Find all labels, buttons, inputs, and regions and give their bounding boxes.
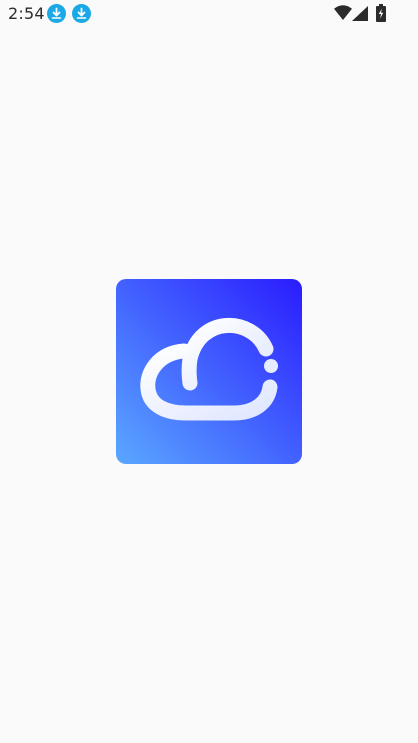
cloud-logo-icon: [116, 279, 302, 464]
splash-screen: 2:54: [0, 0, 418, 743]
status-bar: 2:54: [0, 0, 418, 28]
download-notification-icon: [47, 4, 66, 23]
download-notification-icon: [72, 4, 91, 23]
app-logo: [116, 279, 302, 464]
status-time: 2:54: [8, 4, 45, 23]
wifi-icon: [334, 5, 352, 24]
battery-charging-icon: [376, 4, 386, 26]
cellular-signal-icon: [352, 6, 368, 25]
